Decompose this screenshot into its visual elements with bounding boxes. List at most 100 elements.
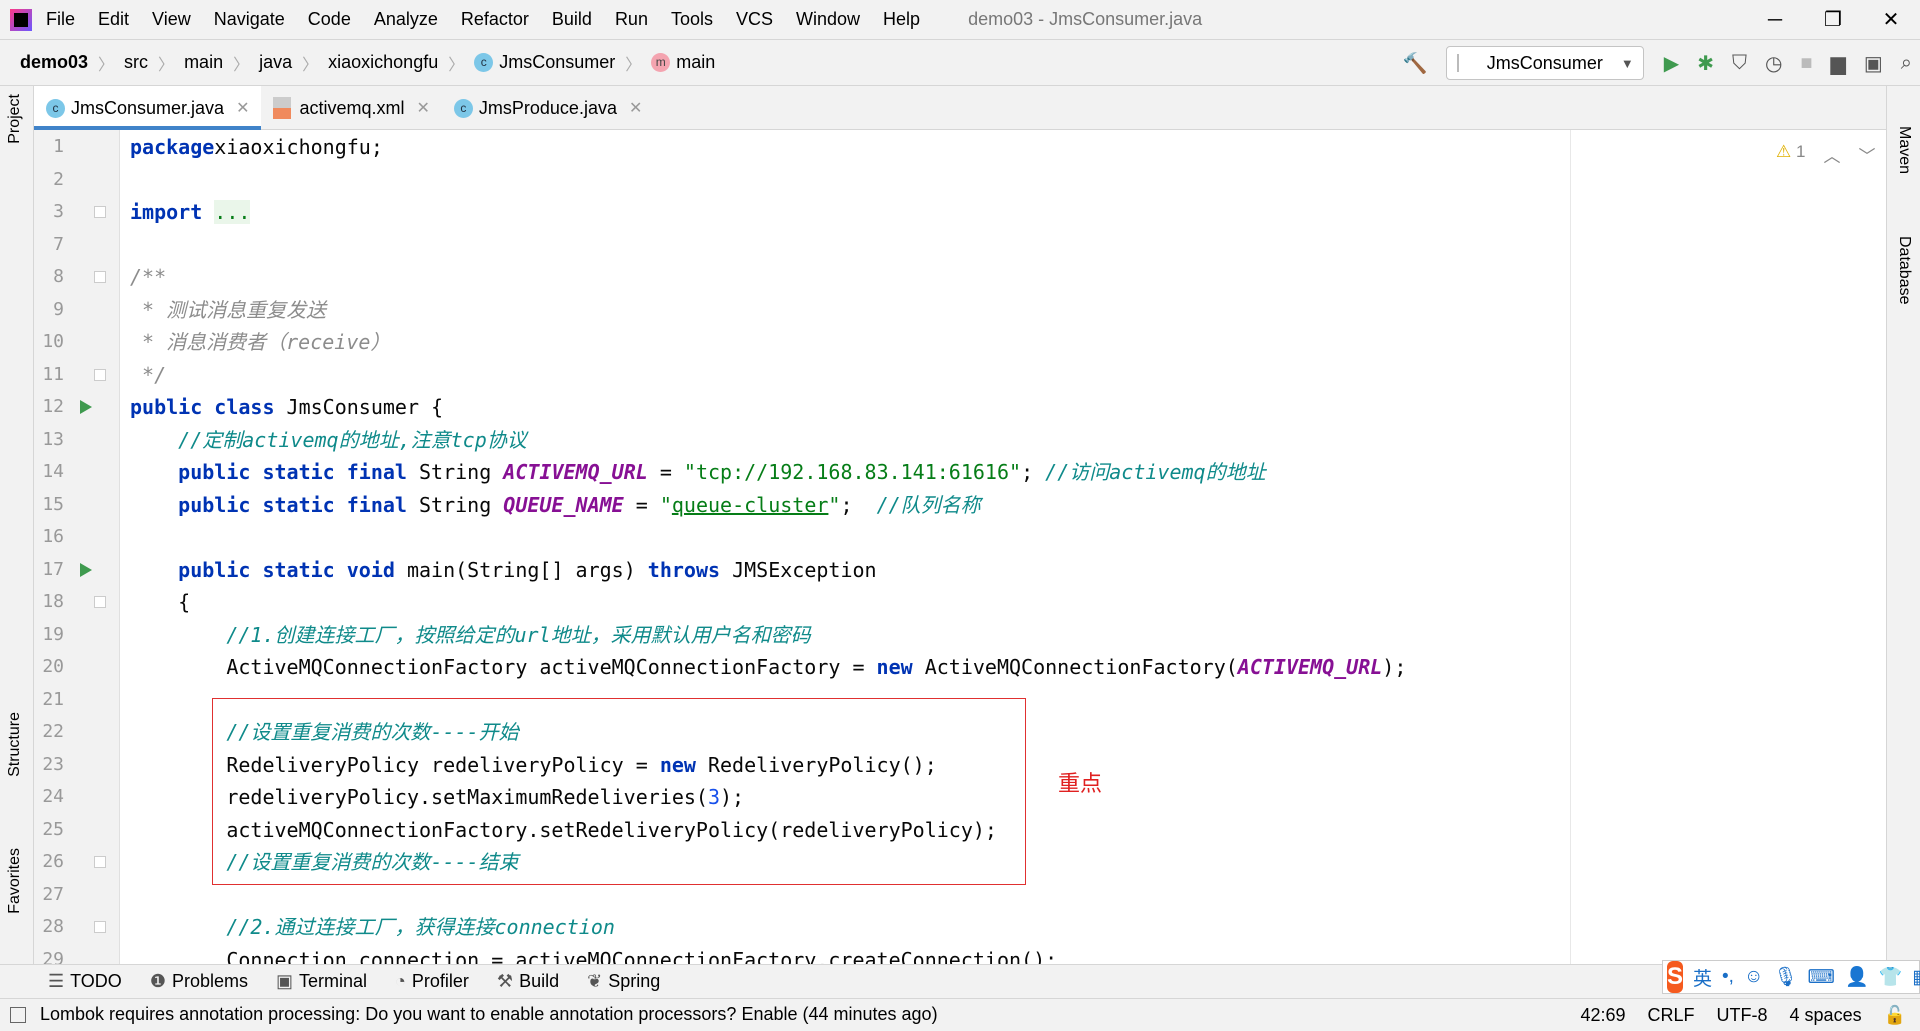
stop-icon[interactable]: ■ xyxy=(1800,52,1812,75)
structure-tool-button[interactable]: Structure xyxy=(6,712,24,777)
profile-icon[interactable]: ◷ xyxy=(1765,51,1782,76)
breadcrumb-class[interactable]: c JmsConsumer xyxy=(474,52,615,73)
fold-icon[interactable] xyxy=(94,596,106,608)
fold-icon[interactable] xyxy=(94,856,106,868)
todo-tool-button[interactable]: ☰ TODO xyxy=(48,971,122,992)
skin-icon[interactable]: 👕 xyxy=(1879,965,1903,989)
spring-tool-button[interactable]: ❦ Spring xyxy=(587,971,660,992)
menu-edit[interactable]: Edit xyxy=(98,9,129,30)
breadcrumb-main[interactable]: main xyxy=(184,52,223,73)
code-line[interactable]: public class JmsConsumer { xyxy=(130,391,443,424)
fold-icon[interactable] xyxy=(94,271,106,283)
fold-icon[interactable] xyxy=(94,206,106,218)
run-gutter-icon[interactable] xyxy=(80,400,92,414)
close-tab-icon[interactable]: ✕ xyxy=(629,98,642,118)
fold-icon[interactable] xyxy=(94,921,106,933)
emoji-icon[interactable]: ☺ xyxy=(1744,966,1763,988)
menu-code[interactable]: Code xyxy=(308,9,351,30)
menu-navigate[interactable]: Navigate xyxy=(214,9,285,30)
restore-icon[interactable]: ❐ xyxy=(1804,0,1862,40)
database-tool-button[interactable]: Database xyxy=(1895,236,1913,305)
tab-activemq-xml[interactable]: activemq.xml ✕ xyxy=(261,86,441,130)
run-config-select[interactable]: JmsConsumer ▼ xyxy=(1445,46,1644,80)
favorites-tool-button[interactable]: Favorites xyxy=(6,848,24,914)
menu-file[interactable]: File xyxy=(46,9,75,30)
highlight-box xyxy=(212,698,1026,885)
menu-build[interactable]: Build xyxy=(552,9,592,30)
breadcrumb-method[interactable]: m main xyxy=(651,52,715,73)
close-icon[interactable]: ✕ xyxy=(1862,0,1920,40)
menu-vcs[interactable]: VCS xyxy=(736,9,773,30)
lock-icon[interactable]: 🔓 xyxy=(1884,1005,1906,1026)
code-line[interactable]: public static final String ACTIVEMQ_URL … xyxy=(130,456,1265,489)
microphone-icon[interactable]: 🎙 xyxy=(1773,965,1797,989)
search-icon[interactable]: ⌕ xyxy=(1901,52,1912,75)
close-tab-icon[interactable]: ✕ xyxy=(236,98,249,118)
breadcrumb-package[interactable]: xiaoxichongfu xyxy=(328,52,438,73)
breadcrumb-src[interactable]: src xyxy=(124,52,148,73)
menu-view[interactable]: View xyxy=(152,9,191,30)
caret-position[interactable]: 42:69 xyxy=(1580,1005,1625,1026)
problems-tool-button[interactable]: ❶ Problems xyxy=(150,971,248,992)
hammer-icon: ⚒ xyxy=(496,971,514,991)
tab-jmsproduce[interactable]: c JmsProduce.java ✕ xyxy=(442,86,654,130)
breadcrumb-java[interactable]: java xyxy=(259,52,292,73)
ime-toolbar[interactable]: S 英 •, ☺ 🎙 ⌨ 👤 👕 ▦ xyxy=(1662,960,1920,994)
build-tool-button[interactable]: ⚒ Build xyxy=(497,971,559,992)
code-line[interactable]: //1.创建连接工厂，按照给定的url地址，采用默认用户名和密码 xyxy=(130,619,810,652)
maven-tool-button[interactable]: Maven xyxy=(1895,126,1913,174)
terminal-tool-button[interactable]: ▣ Terminal xyxy=(276,971,367,992)
code-line[interactable]: { xyxy=(130,586,190,619)
code-line[interactable]: * 测试消息重复发送 xyxy=(130,294,326,327)
build-hammer-icon[interactable]: 🔨 xyxy=(1403,51,1428,76)
code-line[interactable]: packagexiaoxichongfu; xyxy=(130,131,383,164)
close-tab-icon[interactable]: ✕ xyxy=(417,98,430,118)
run-gutter-icon[interactable] xyxy=(80,562,92,577)
grid-icon[interactable]: ▦ xyxy=(1912,966,1920,989)
terminal-icon[interactable]: ▣ xyxy=(1864,51,1883,76)
previous-highlight-icon[interactable]: ︿ xyxy=(1823,142,1840,167)
code-line[interactable]: public static final String QUEUE_NAME = … xyxy=(130,489,981,522)
file-encoding[interactable]: UTF-8 xyxy=(1717,1005,1768,1026)
menu-tools[interactable]: Tools xyxy=(671,9,713,30)
code-line[interactable]: /** xyxy=(130,261,166,294)
spring-leaf-icon: ❦ xyxy=(587,971,603,991)
menu-analyze[interactable]: Analyze xyxy=(374,9,438,30)
code-line[interactable]: */ xyxy=(130,359,166,392)
indent-setting[interactable]: 4 spaces xyxy=(1790,1005,1862,1026)
project-structure-icon[interactable]: ▆ xyxy=(1831,51,1846,76)
code-line[interactable]: ActiveMQConnectionFactory activeMQConnec… xyxy=(130,651,1406,684)
menu-help[interactable]: Help xyxy=(883,9,920,30)
code-line[interactable]: Connection connection = activeMQConnecti… xyxy=(130,944,1057,965)
code-line[interactable]: //定制activemq的地址,注意tcp协议 xyxy=(130,424,527,457)
line-number: 15 xyxy=(42,493,64,515)
menu-window[interactable]: Window xyxy=(796,9,860,30)
profiler-tool-button[interactable]: ◔ Profiler xyxy=(395,971,469,992)
class-icon: c xyxy=(474,53,494,72)
keyboard-icon[interactable]: ⌨ xyxy=(1808,966,1835,989)
minimize-icon[interactable]: ─ xyxy=(1746,0,1804,40)
menu-refactor[interactable]: Refactor xyxy=(461,9,529,30)
status-message[interactable]: Lombok requires annotation processing: D… xyxy=(40,1004,938,1025)
punctuation-icon[interactable]: •, xyxy=(1722,966,1734,988)
user-icon[interactable]: 👤 xyxy=(1845,965,1869,989)
event-log-icon[interactable] xyxy=(10,1006,26,1023)
code-line[interactable]: //2.通过连接工厂，获得连接connection xyxy=(130,911,615,944)
debug-icon[interactable]: ✱ xyxy=(1697,51,1714,76)
fold-icon[interactable] xyxy=(94,368,106,381)
ime-language[interactable]: 英 xyxy=(1693,964,1712,991)
coverage-icon[interactable]: ⛉ xyxy=(1732,52,1747,75)
breadcrumb-project[interactable]: demo03 xyxy=(20,52,88,73)
code-line[interactable]: * 消息消费者（receive） xyxy=(130,326,390,359)
code-line[interactable]: import ... xyxy=(130,196,251,229)
tab-jmsconsumer[interactable]: c JmsConsumer.java ✕ xyxy=(34,86,262,130)
inspection-widget[interactable]: ⚠ 1 ︿ ﹀ xyxy=(1776,142,1875,167)
run-icon[interactable]: ▶ xyxy=(1664,51,1679,76)
code-line[interactable]: public static void main(String[] args) t… xyxy=(130,554,876,587)
next-highlight-icon[interactable]: ﹀ xyxy=(1858,142,1875,167)
line-separator[interactable]: CRLF xyxy=(1648,1005,1695,1026)
project-tool-button[interactable]: Project xyxy=(6,94,24,144)
menu-run[interactable]: Run xyxy=(615,9,648,30)
